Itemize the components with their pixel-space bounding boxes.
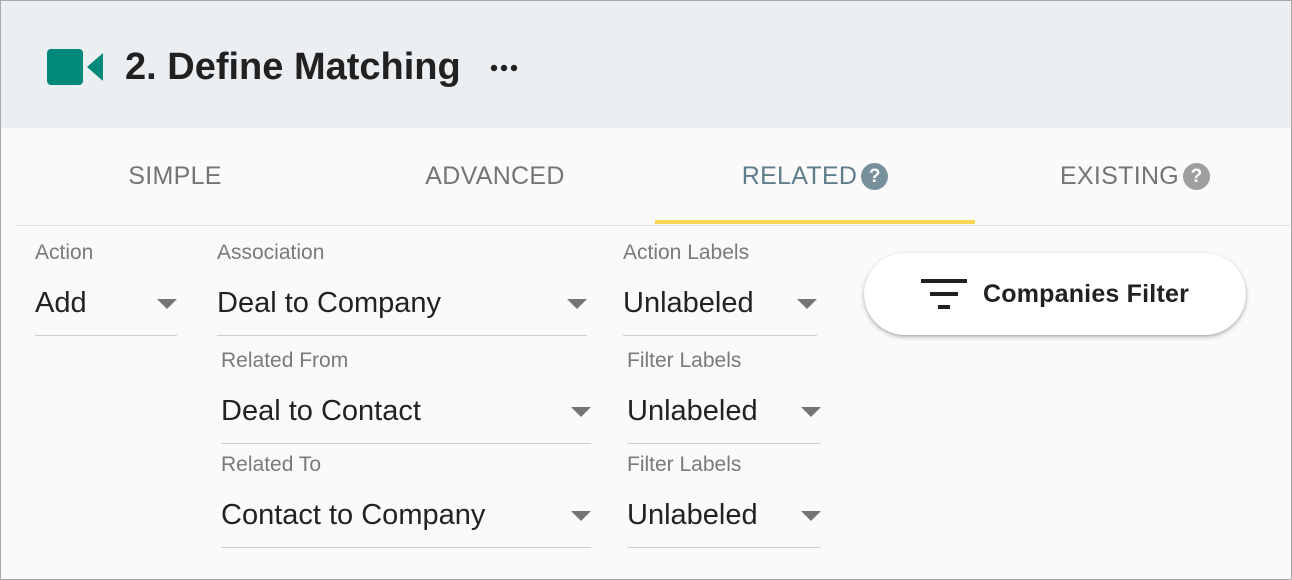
related-from-select[interactable]: Deal to Contact	[221, 383, 591, 444]
panel-header: 2. Define Matching	[1, 1, 1291, 128]
field-label: Related From	[221, 349, 349, 372]
tab-label: SIMPLE	[128, 162, 222, 190]
association-select[interactable]: Deal to Company	[217, 275, 587, 336]
tab-label: RELATED	[741, 162, 858, 190]
related-to-select[interactable]: Contact to Company	[221, 487, 591, 548]
active-tab-indicator	[655, 220, 975, 224]
tab-bar: SIMPLE ADVANCED RELATED ? EXISTING ?	[15, 128, 1291, 226]
tab-simple[interactable]: SIMPLE	[15, 128, 335, 225]
action-select[interactable]: Add	[35, 275, 177, 336]
dropdown-arrow-icon	[157, 299, 177, 309]
select-value: Deal to Company	[217, 287, 442, 319]
filter-labels-select[interactable]: Unlabeled	[627, 487, 821, 548]
dropdown-arrow-icon	[797, 299, 817, 309]
dropdown-arrow-icon	[801, 407, 821, 417]
field-label: Association	[217, 241, 325, 264]
select-value: Add	[35, 287, 87, 319]
tab-related[interactable]: RELATED ?	[655, 128, 975, 225]
define-matching-panel: 2. Define Matching SIMPLE ADVANCED RELAT…	[0, 0, 1292, 580]
companies-filter-label: Companies Filter	[982, 279, 1190, 308]
dropdown-arrow-icon	[571, 407, 591, 417]
select-value: Contact to Company	[221, 499, 486, 531]
select-value: Deal to Contact	[221, 395, 421, 427]
field-label: Filter Labels	[627, 349, 742, 372]
dropdown-arrow-icon	[801, 511, 821, 521]
action-labels-select[interactable]: Unlabeled	[623, 275, 817, 336]
field-label: Action Labels	[623, 241, 750, 264]
select-value: Unlabeled	[627, 395, 758, 427]
dropdown-arrow-icon	[571, 511, 591, 521]
field-label: Related To	[221, 453, 322, 476]
tab-advanced[interactable]: ADVANCED	[335, 128, 655, 225]
help-icon[interactable]: ?	[861, 163, 889, 190]
filter-labels-select[interactable]: Unlabeled	[627, 383, 821, 444]
dropdown-arrow-icon	[567, 299, 587, 309]
field-label: Filter Labels	[627, 453, 742, 476]
tab-label: ADVANCED	[425, 162, 565, 190]
more-horizontal-icon[interactable]	[490, 61, 520, 75]
select-value: Unlabeled	[627, 499, 758, 531]
field-label: Action	[35, 241, 94, 264]
page-title: 2. Define Matching	[125, 46, 461, 88]
video-camera-icon	[47, 49, 103, 85]
tab-existing[interactable]: EXISTING ?	[975, 128, 1291, 225]
tab-label: EXISTING	[1059, 162, 1180, 190]
companies-filter-button[interactable]: Companies Filter	[864, 253, 1246, 335]
select-value: Unlabeled	[623, 287, 754, 319]
filter-list-icon	[920, 279, 967, 309]
help-icon[interactable]: ?	[1183, 163, 1211, 190]
